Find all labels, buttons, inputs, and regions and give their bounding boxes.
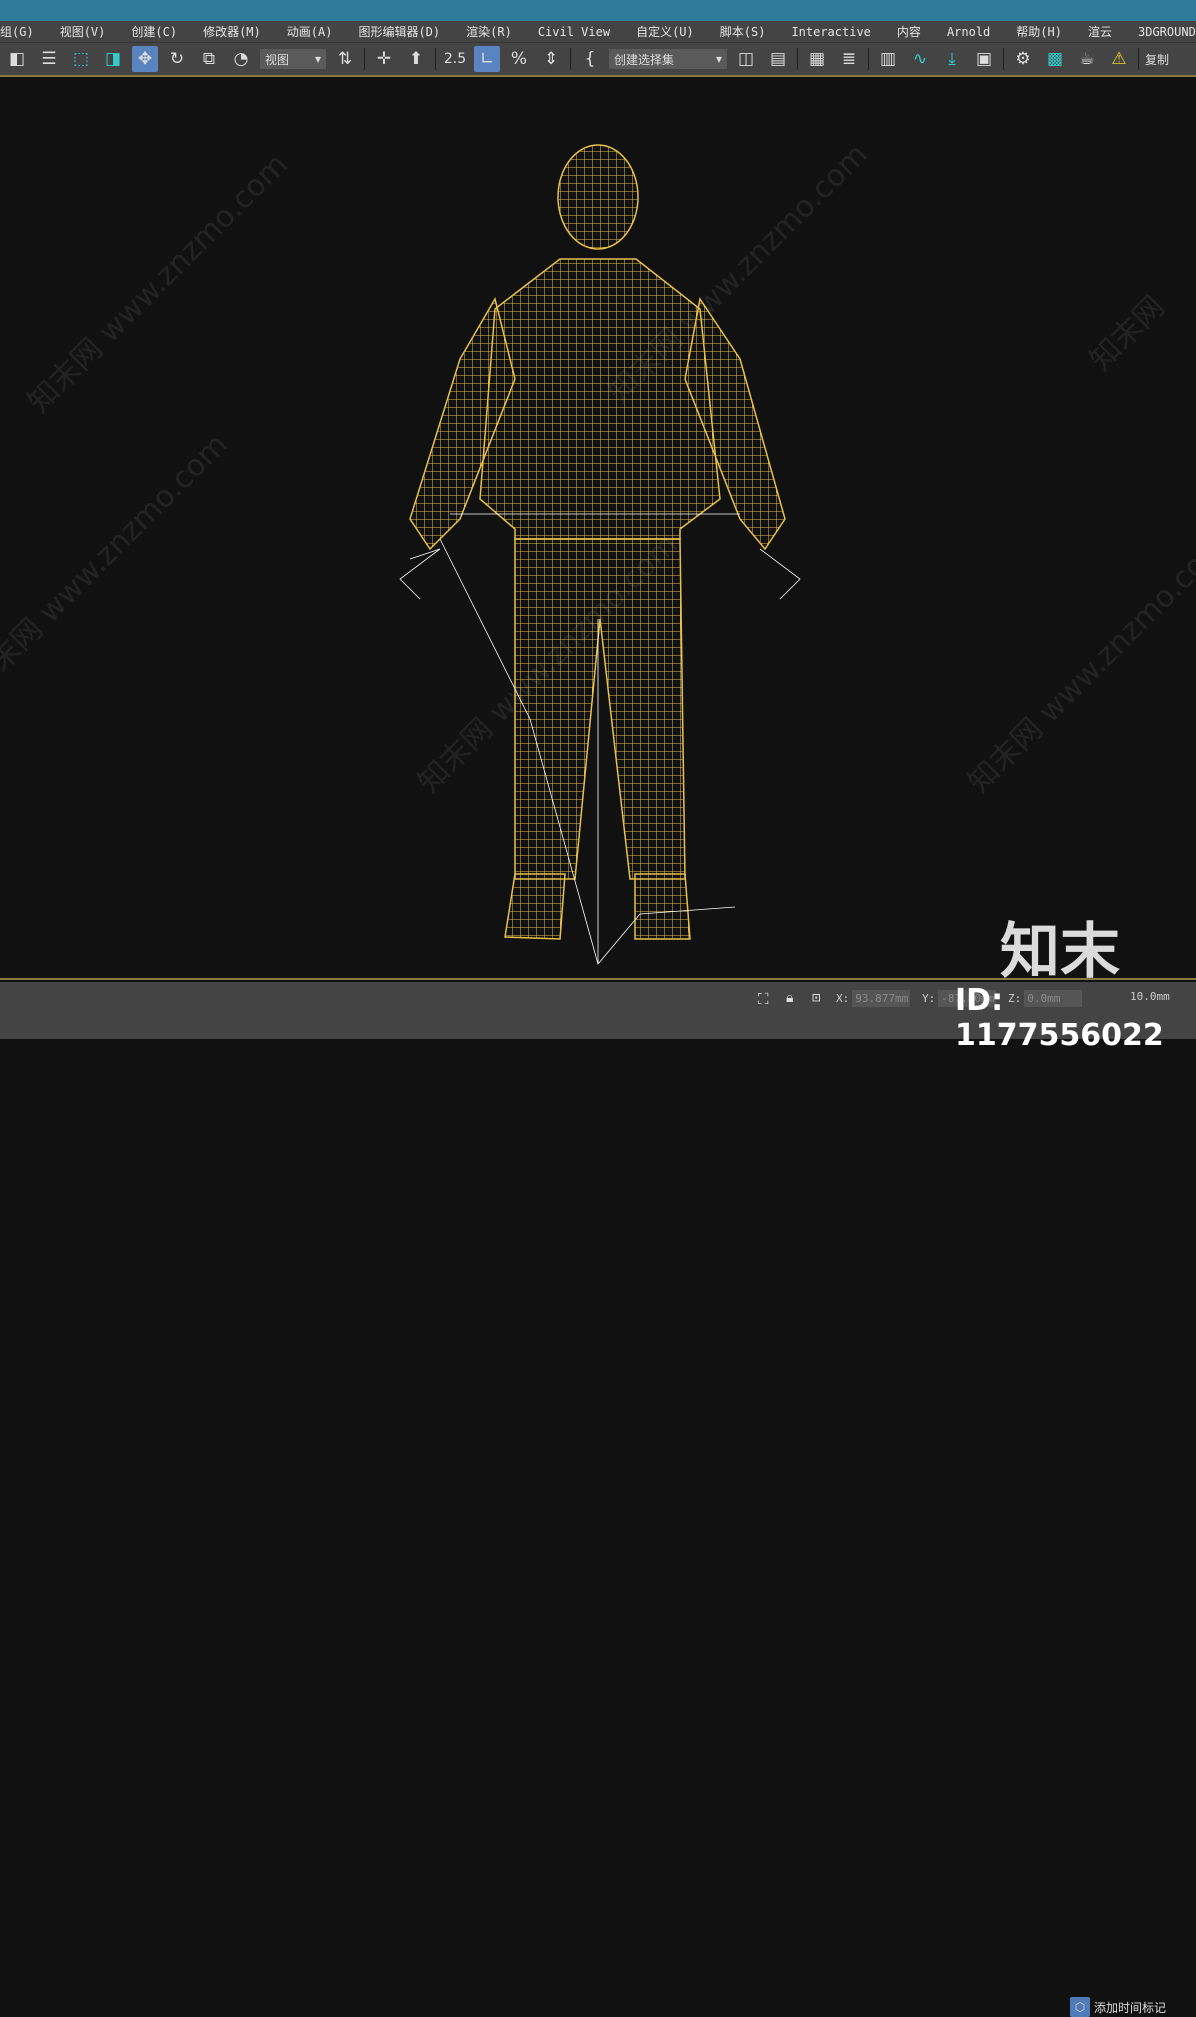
material-editor-icon[interactable]: ▣ [971, 46, 997, 72]
add-time-tag-label: 添加时间标记 [1094, 2000, 1167, 2015]
viewport-front[interactable]: 知末网 www.znzmo.com 知末网 www.znzmo.com 知末网 … [0, 79, 1196, 980]
rendered-frame-icon[interactable]: ▩ [1042, 46, 1068, 72]
menu-item[interactable]: 修改器(M) [203, 23, 261, 40]
menu-item[interactable]: 组(G) [0, 23, 34, 40]
menu-item[interactable]: 渲染(R) [466, 23, 512, 40]
select-by-name-icon[interactable]: ☰ [36, 46, 62, 72]
add-time-tag-button[interactable]: ⬡ 添加时间标记 [1070, 1997, 1166, 2017]
warning-icon[interactable]: ⚠ [1106, 46, 1132, 72]
percent-snap-icon[interactable]: % [506, 46, 532, 72]
menu-item[interactable]: 3DGROUND [1138, 25, 1196, 39]
layer-explorer-icon[interactable]: ≣ [836, 46, 862, 72]
move-icon[interactable]: ✥ [132, 46, 158, 72]
wireframe-character-model[interactable] [0, 79, 1196, 980]
snap-label: 2.5 [443, 51, 467, 67]
jacket-mesh [479, 258, 721, 540]
menu-item[interactable]: 脚本(S) [720, 23, 766, 40]
separator [435, 48, 436, 70]
render-setup-icon[interactable]: ⚙ [1010, 46, 1036, 72]
watermark-logo: 知末 [1000, 917, 1120, 987]
rotate-icon[interactable]: ↻ [164, 46, 190, 72]
menu-item[interactable]: 动画(A) [287, 23, 333, 40]
menu-item[interactable]: 帮助(H) [1016, 23, 1062, 40]
isolate-selection-icon[interactable]: ⛶ [758, 990, 769, 1008]
edit-named-selection-icon[interactable]: { [577, 46, 603, 72]
curve-editor-icon[interactable]: ∿ [907, 46, 933, 72]
render-production-icon[interactable]: ☕ [1074, 46, 1100, 72]
x-coordinate: X: 93.877mm [836, 990, 911, 1007]
scene-explorer-icon[interactable]: ▦ [804, 46, 830, 72]
chevron-down-icon: ▾ [715, 52, 722, 66]
pants-mesh [514, 538, 686, 880]
menu-item[interactable]: Arnold [947, 25, 990, 39]
angle-snap-icon[interactable]: ∟ [474, 46, 500, 72]
placement-icon[interactable]: ◔ [228, 46, 254, 72]
cube-icon: ⬡ [1070, 1997, 1090, 2017]
menu-item[interactable]: 内容 [897, 23, 921, 40]
lock-icon[interactable]: 🔒︎ [786, 990, 793, 1006]
watermark-id: ID: 1177556022 [955, 983, 1164, 1053]
separator [1138, 48, 1139, 70]
dropdown-value: 创建选择集 [614, 52, 675, 67]
menu-item[interactable]: 图形编辑器(D) [358, 23, 440, 40]
menu-item[interactable]: 视图(V) [60, 23, 106, 40]
rect-selection-icon[interactable]: ⬚ [68, 46, 94, 72]
toggle-ribbon-icon[interactable]: ▥ [875, 46, 901, 72]
separator [868, 48, 869, 70]
left-boot-mesh [504, 873, 566, 940]
menu-item[interactable]: 自定义(U) [636, 23, 694, 40]
align-icon[interactable]: ▤ [765, 46, 791, 72]
dropdown-value: 视图 [265, 52, 290, 67]
menu-item[interactable]: 创建(C) [131, 23, 177, 40]
snap-toggle-icon[interactable]: 2.5 [442, 46, 468, 72]
absolute-mode-icon[interactable]: ⊡ [812, 990, 820, 1006]
x-label: X: [836, 992, 850, 1005]
menu-item[interactable]: 渲云 [1088, 23, 1112, 40]
select-object-icon[interactable]: ◧ [4, 46, 30, 72]
menu-bar: 组(G) 视图(V) 创建(C) 修改器(M) 动画(A) 图形编辑器(D) 渲染(R) Ci… [0, 21, 1196, 43]
menu-item[interactable]: Interactive [791, 25, 870, 39]
named-selection-dropdown[interactable]: 创建选择集 ▾ [609, 49, 727, 69]
select-manipulate-icon[interactable]: ✛ [371, 46, 397, 72]
separator [1003, 48, 1004, 70]
copy-label[interactable]: 复制 [1145, 51, 1169, 68]
mirror-icon[interactable]: ◫ [733, 46, 759, 72]
menu-item[interactable]: Civil View [538, 25, 610, 39]
schematic-view-icon[interactable]: ⤓ [939, 46, 965, 72]
x-field[interactable]: 93.877mm [852, 990, 911, 1007]
separator [797, 48, 798, 70]
pivot-icon[interactable]: ⇅ [332, 46, 358, 72]
separator [364, 48, 365, 70]
main-toolbar: ◧ ☰ ⬚ ◨ ✥ ↻ ⧉ ◔ 视图 ▾ ⇅ ✛ ⬆ 2.5 ∟ % ⇕ { 创建… [0, 43, 1196, 77]
reference-coordinate-dropdown[interactable]: 视图 ▾ [260, 49, 326, 69]
spinner-snap-icon[interactable]: ⇕ [538, 46, 564, 72]
head-mesh [557, 144, 639, 250]
window-crossing-icon[interactable]: ◨ [100, 46, 126, 72]
chevron-down-icon: ▾ [314, 52, 321, 66]
keyboard-shortcut-icon[interactable]: ⬆ [403, 46, 429, 72]
y-label: Y: [922, 992, 936, 1005]
title-bar [0, 0, 1196, 21]
separator [570, 48, 571, 70]
scale-icon[interactable]: ⧉ [196, 46, 222, 72]
right-boot-mesh [634, 873, 691, 940]
